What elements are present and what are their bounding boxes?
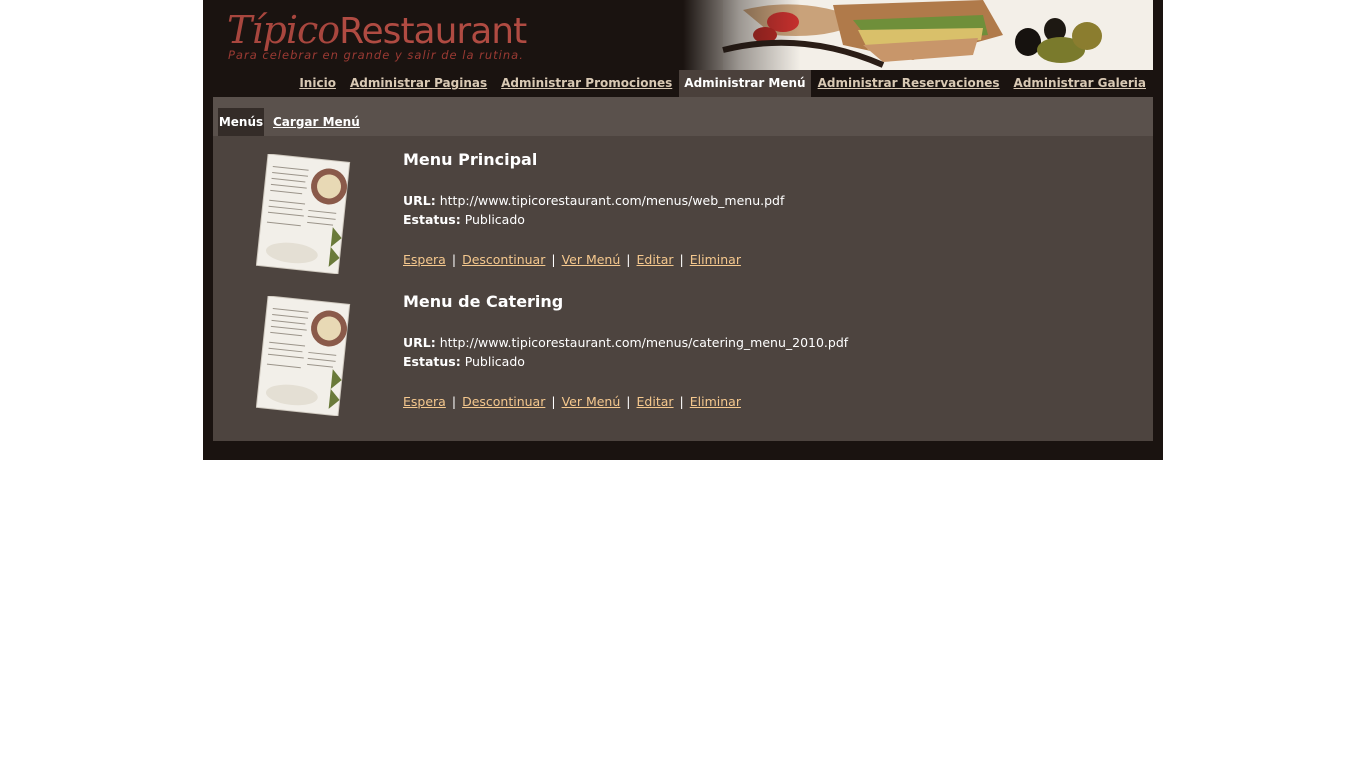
nav-item-administrar-galeria[interactable]: Administrar Galeria [1007,70,1153,97]
content-panel: Menús Cargar Menú Menu Principal URL: ht… [213,97,1153,441]
site-header: TípicoRestaurant Para celebrar en grande… [203,0,1163,70]
menu-status: Publicado [464,212,525,227]
main-navigation: Inicio Administrar Paginas Administrar P… [203,70,1153,97]
eliminar-link[interactable]: Eliminar [690,394,741,409]
logo-part-2: Restaurant [339,11,527,52]
tagline: Para celebrar en grande y salir de la ru… [228,48,524,62]
menu-title: Menu de Catering [403,292,564,311]
editar-link[interactable]: Editar [637,252,674,267]
espera-link[interactable]: Espera [403,252,446,267]
menu-url: http://www.tipicorestaurant.com/menus/we… [439,193,785,208]
menu-status-line: Estatus: Publicado [403,354,525,369]
nav-item-administrar-reservaciones[interactable]: Administrar Reservaciones [811,70,1007,97]
nav-item-administrar-menu[interactable]: Administrar Menú [679,70,811,97]
tab-menus[interactable]: Menús [218,108,264,136]
menu-url-line: URL: http://www.tipicorestaurant.com/men… [403,335,848,350]
espera-link[interactable]: Espera [403,394,446,409]
tab-cargar-menu[interactable]: Cargar Menú [273,108,360,136]
status-label: Estatus: [403,354,461,369]
menu-url-line: URL: http://www.tipicorestaurant.com/men… [403,193,784,208]
food-banner-image [683,0,1153,70]
menu-actions: Espera | Descontinuar | Ver Menú | Editar | Elim… [403,394,741,409]
descontinuar-link[interactable]: Descontinuar [462,252,545,267]
ver-menu-link[interactable]: Ver Menú [562,252,621,267]
nav-item-administrar-paginas[interactable]: Administrar Paginas [343,70,494,97]
menu-thumbnail[interactable] [255,153,352,275]
nav-list: Inicio Administrar Paginas Administrar P… [292,70,1153,97]
sub-navigation: Menús Cargar Menú [213,97,1153,136]
nav-item-inicio[interactable]: Inicio [292,70,343,97]
eliminar-link[interactable]: Eliminar [690,252,741,267]
page-wrapper: TípicoRestaurant Para celebrar en grande… [203,0,1163,460]
url-label: URL: [403,193,436,208]
nav-item-administrar-promociones[interactable]: Administrar Promociones [494,70,679,97]
menu-item: Menu Principal URL: http://www.tipicores… [213,140,1153,280]
status-label: Estatus: [403,212,461,227]
descontinuar-link[interactable]: Descontinuar [462,394,545,409]
logo-part-1: Típico [227,8,340,52]
menu-status-line: Estatus: Publicado [403,212,525,227]
menu-thumbnail[interactable] [255,295,352,417]
menu-actions: Espera | Descontinuar | Ver Menú | Editar | Elim… [403,252,741,267]
editar-link[interactable]: Editar [637,394,674,409]
url-label: URL: [403,335,436,350]
menu-url: http://www.tipicorestaurant.com/menus/ca… [439,335,849,350]
menu-title: Menu Principal [403,150,538,169]
menu-item: Menu de Catering URL: http://www.tipicor… [213,282,1153,422]
menu-status: Publicado [464,354,525,369]
ver-menu-link[interactable]: Ver Menú [562,394,621,409]
